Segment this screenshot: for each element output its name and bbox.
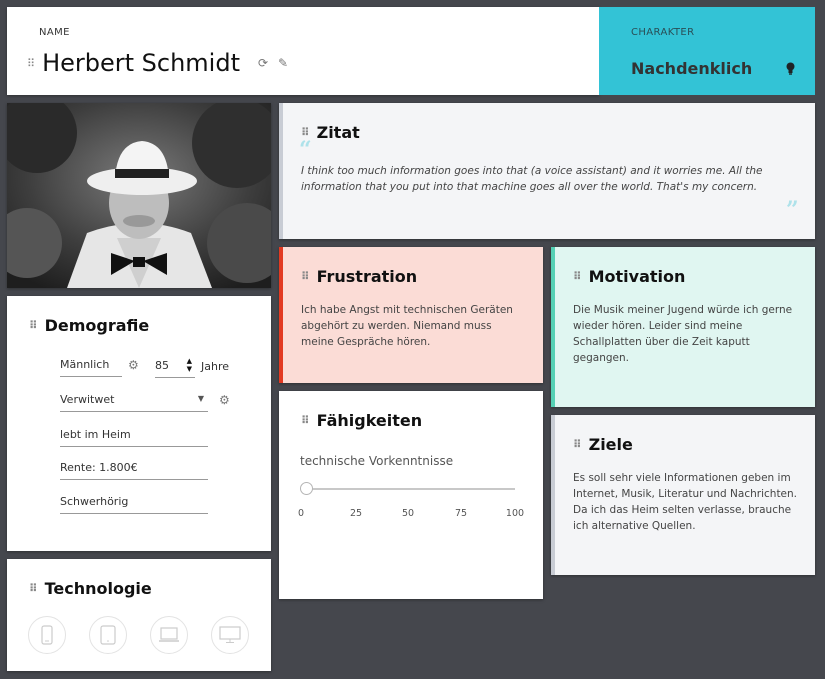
- technologie-title-text: Technologie: [44, 579, 152, 598]
- header-name-card: NAME ⠿ Herbert Schmidt ⟳ ✎: [7, 7, 599, 95]
- technologie-title: ⠿ Technologie: [29, 579, 152, 598]
- name-row: ⠿ Herbert Schmidt ⟳ ✎: [27, 49, 298, 77]
- ziele-card: ⠿ Ziele Es soll sehr viele Informationen…: [551, 415, 815, 575]
- drag-handle-icon[interactable]: ⠿: [301, 415, 310, 426]
- residence-field[interactable]: lebt im Heim: [60, 428, 208, 447]
- frustration-title-text: Frustration: [316, 267, 418, 286]
- ziele-text[interactable]: Es soll sehr viele Informationen geben i…: [573, 470, 803, 534]
- pension-field[interactable]: Rente: 1.800€: [60, 461, 208, 480]
- demografie-title-text: Demografie: [44, 316, 150, 335]
- demografie-title: ⠿ Demografie: [29, 316, 149, 335]
- header-character-card: CHARAKTER Nachdenklich: [599, 7, 815, 95]
- pencil-icon[interactable]: ✎: [278, 56, 288, 70]
- drag-handle-icon[interactable]: ⠿: [29, 320, 38, 331]
- persona-photo[interactable]: [7, 103, 271, 288]
- gear-icon[interactable]: ⚙: [128, 358, 139, 372]
- technologie-card: ⠿ Technologie: [7, 559, 271, 671]
- gender-field[interactable]: Männlich: [60, 358, 122, 377]
- persona-portrait-image: [7, 103, 271, 288]
- lightbulb-icon[interactable]: [786, 62, 795, 75]
- skill-slider-thumb[interactable]: [299, 482, 313, 495]
- character-value[interactable]: Nachdenklich: [631, 59, 752, 78]
- skill-label: technische Vorkenntnisse: [300, 454, 454, 468]
- motivation-title-text: Motivation: [588, 267, 686, 286]
- motivation-card: ⠿ Motivation Die Musik meiner Jugend wür…: [551, 247, 815, 407]
- drag-handle-icon[interactable]: ⠿: [573, 439, 582, 450]
- laptop-icon[interactable]: [150, 616, 188, 654]
- name-label: NAME: [39, 27, 70, 38]
- slider-tick-label: 75: [454, 508, 468, 519]
- ziele-title: ⠿ Ziele: [573, 435, 633, 454]
- ziele-title-text: Ziele: [588, 435, 633, 454]
- chevron-down-icon[interactable]: ▼: [198, 394, 204, 403]
- quote-open-icon: “: [299, 137, 312, 163]
- stepper-arrows-icon[interactable]: ▲ ▼: [187, 357, 192, 373]
- monitor-icon[interactable]: [211, 616, 249, 654]
- frustration-card: ⠿ Frustration Ich habe Angst mit technis…: [279, 247, 543, 383]
- drag-handle-icon[interactable]: ⠿: [29, 583, 38, 594]
- quote-text[interactable]: I think too much information goes into t…: [301, 163, 781, 195]
- character-label: CHARAKTER: [631, 27, 695, 38]
- zitat-title-text: Zitat: [316, 123, 360, 142]
- slider-tick-label: 25: [349, 508, 363, 519]
- faehigkeiten-title-text: Fähigkeiten: [316, 411, 423, 430]
- age-unit: Jahre: [201, 360, 230, 373]
- frustration-title: ⠿ Frustration: [301, 267, 417, 286]
- age-value: 85: [155, 359, 169, 372]
- demografie-card: ⠿ Demografie Männlich ⚙ 85 ▲ ▼ Jahre Verw…: [7, 296, 271, 551]
- drag-handle-icon[interactable]: ⠿: [573, 271, 582, 282]
- slider-tick-label: 100: [505, 508, 525, 519]
- gear-icon[interactable]: ⚙: [219, 393, 230, 407]
- smartphone-icon[interactable]: [28, 616, 66, 654]
- skill-slider-track[interactable]: [306, 488, 515, 490]
- faehigkeiten-card: ⠿ Fähigkeiten technische Vorkenntnisse 0…: [279, 391, 543, 599]
- zitat-card: ⠿ Zitat “ I think too much information g…: [279, 103, 815, 239]
- marital-status-value: Verwitwet: [60, 393, 115, 406]
- drag-handle-icon[interactable]: ⠿: [27, 58, 35, 69]
- slider-tick-label: 50: [401, 508, 415, 519]
- motivation-text[interactable]: Die Musik meiner Jugend würde ich gerne …: [573, 302, 798, 366]
- persona-name[interactable]: Herbert Schmidt: [42, 49, 240, 77]
- quote-close-icon: ”: [786, 197, 799, 223]
- condition-field[interactable]: Schwerhörig: [60, 495, 208, 514]
- frustration-text[interactable]: Ich habe Angst mit technischen Geräten a…: [301, 302, 526, 350]
- faehigkeiten-title: ⠿ Fähigkeiten: [301, 411, 422, 430]
- tablet-icon[interactable]: [89, 616, 127, 654]
- motivation-title: ⠿ Motivation: [573, 267, 685, 286]
- drag-handle-icon[interactable]: ⠿: [301, 271, 310, 282]
- slider-tick-label: 0: [297, 508, 305, 519]
- age-stepper[interactable]: 85 ▲ ▼: [155, 357, 195, 378]
- refresh-icon[interactable]: ⟳: [258, 56, 268, 70]
- marital-status-select[interactable]: Verwitwet ▼: [60, 393, 208, 412]
